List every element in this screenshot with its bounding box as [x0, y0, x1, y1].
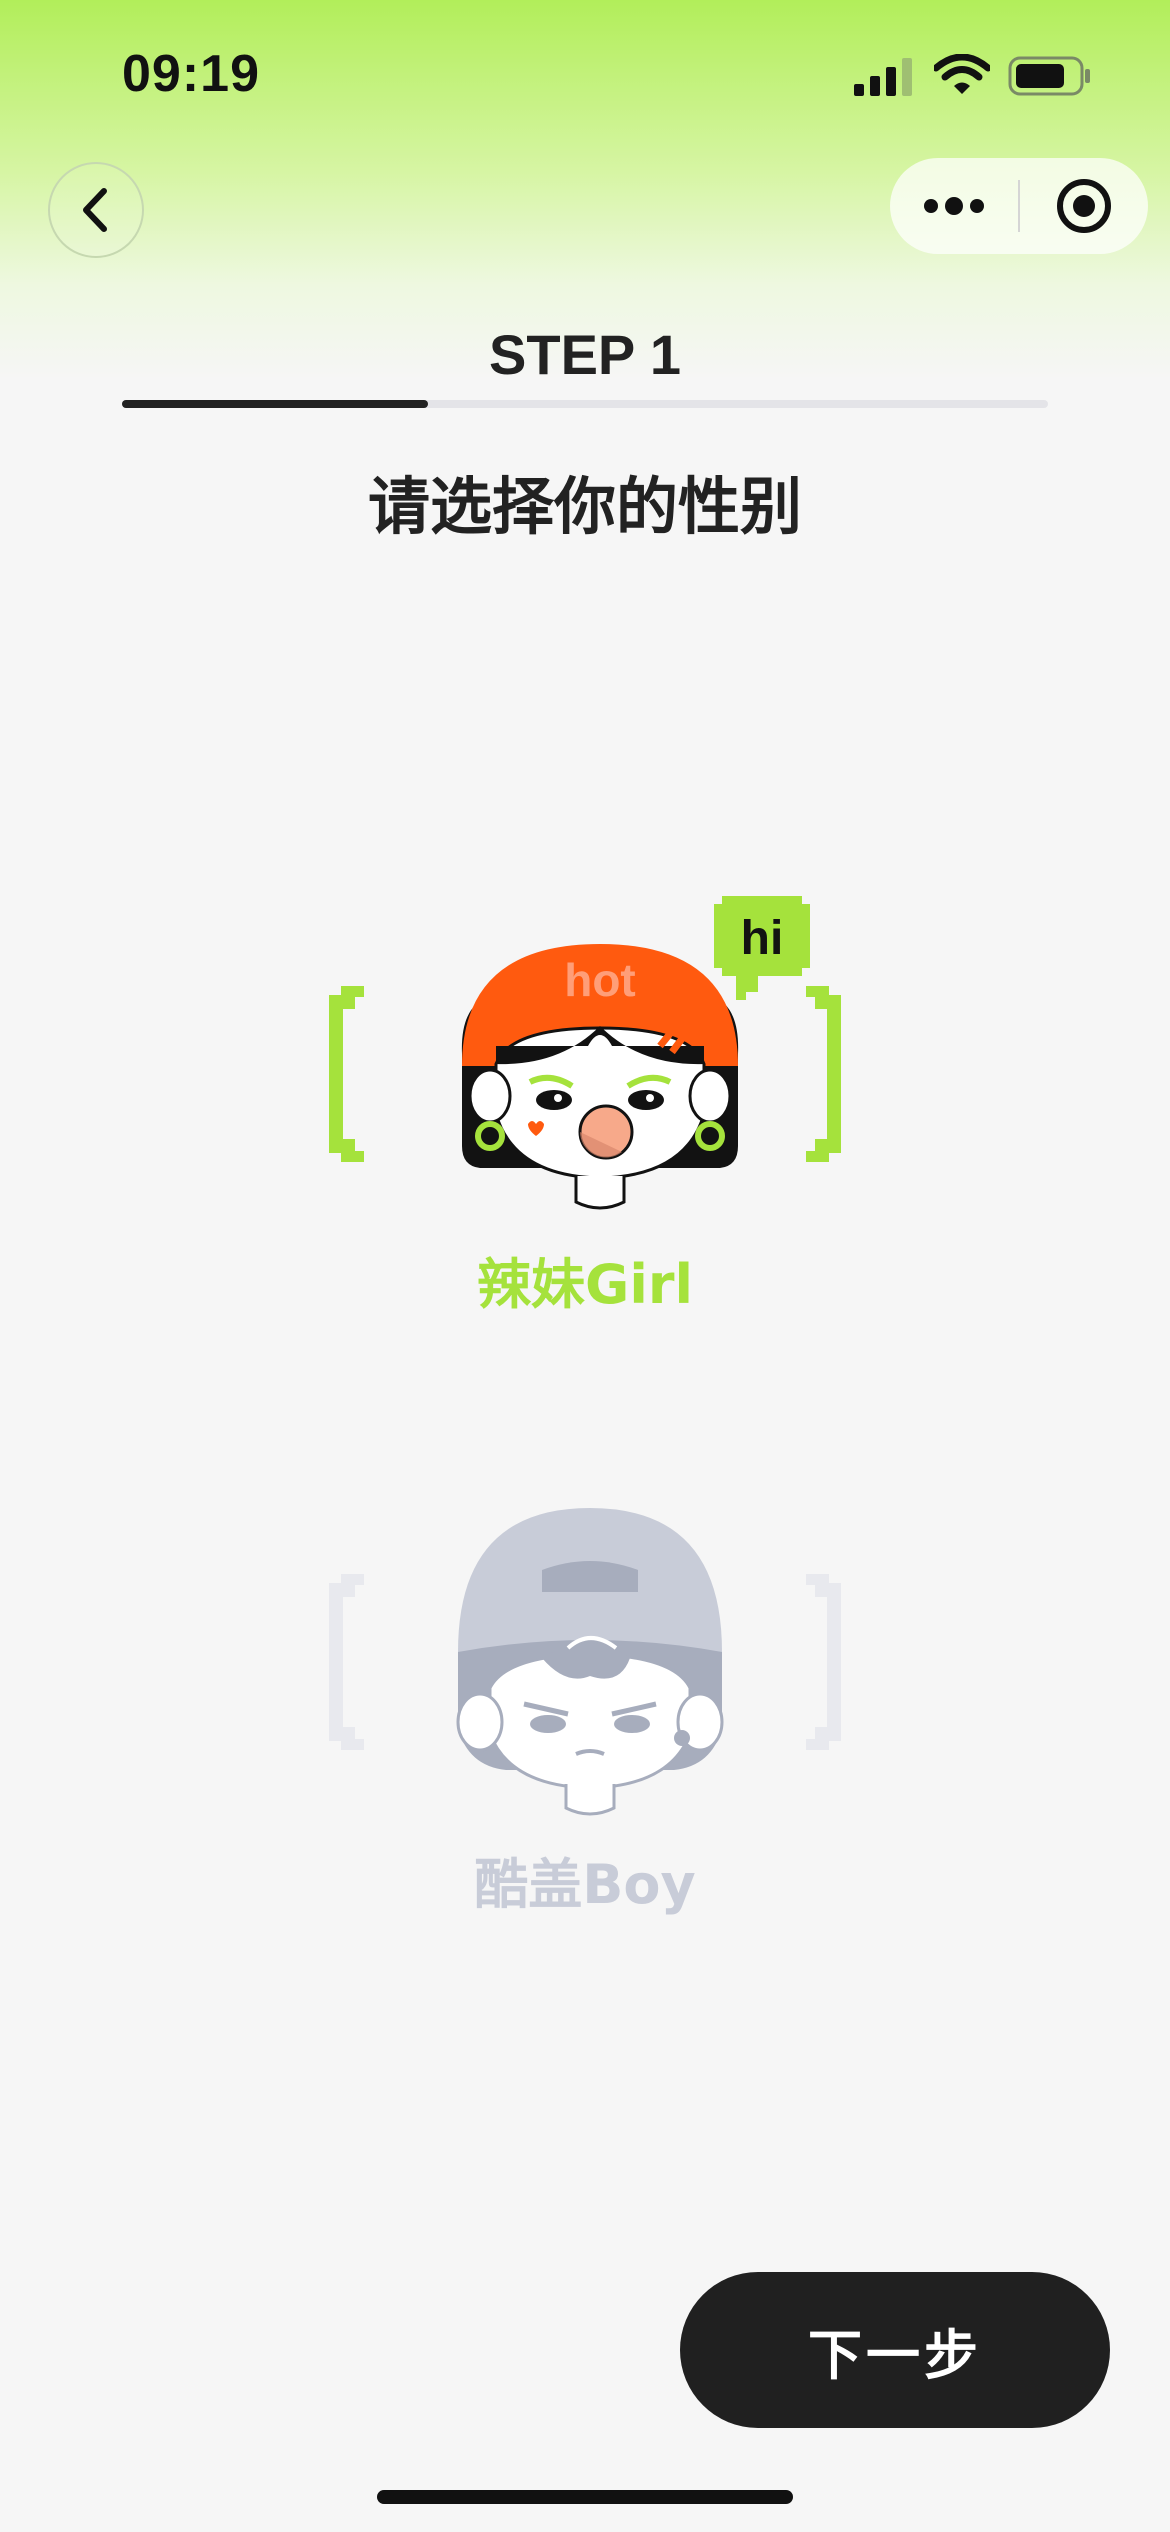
- chevron-left-icon: [83, 188, 107, 232]
- home-indicator: [377, 2490, 793, 2504]
- target-icon: [1057, 179, 1111, 233]
- left-bracket-icon: [329, 1574, 364, 1750]
- battery-icon: [1008, 56, 1090, 96]
- step-title: STEP 1: [489, 323, 681, 386]
- status-time: 09:19: [122, 45, 260, 103]
- next-step-button[interactable]: 下一步: [680, 2272, 1110, 2428]
- wifi-icon: [934, 54, 990, 94]
- right-bracket-icon: [806, 986, 841, 1162]
- gender-option-boy[interactable]: 酷盖Boy: [300, 1500, 870, 1920]
- close-mini-program-button[interactable]: [1020, 158, 1148, 254]
- option-label-girl: 辣妹Girl: [477, 1253, 693, 1316]
- bubble-text: hi: [741, 912, 784, 965]
- boy-avatar: [456, 1508, 724, 1816]
- option-label-boy: 酷盖Boy: [474, 1853, 696, 1916]
- hat-text: hot: [564, 954, 636, 1006]
- cellular-signal-icon: [854, 58, 912, 96]
- progress-track: [122, 400, 1048, 408]
- back-button[interactable]: [48, 162, 144, 258]
- status-bar: 09:19: [0, 0, 1170, 150]
- gender-option-girl[interactable]: hot hi 辣妹Girl: [300, 880, 870, 1320]
- hi-speech-bubble: hi: [714, 896, 810, 1000]
- mini-program-capsule: [890, 158, 1148, 254]
- progress-fill: [122, 400, 428, 408]
- question-title: 请选择你的性别: [367, 470, 802, 543]
- more-dots-icon: [924, 197, 984, 215]
- right-bracket-icon: [806, 1574, 841, 1750]
- more-button[interactable]: [890, 158, 1018, 254]
- left-bracket-icon: [329, 986, 364, 1162]
- girl-avatar: hot: [461, 944, 739, 1210]
